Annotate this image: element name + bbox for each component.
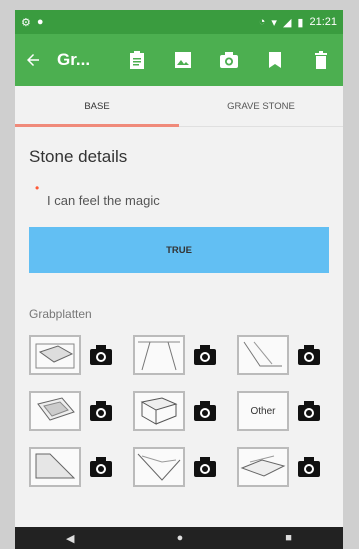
wifi-icon: ▾ — [271, 16, 277, 29]
camera-icon[interactable] — [295, 397, 323, 425]
stone-name-value: I can feel the magic — [47, 193, 160, 208]
back-arrow-icon[interactable] — [23, 50, 43, 70]
camera-icon[interactable] — [191, 341, 219, 369]
camera-icon[interactable] — [295, 453, 323, 481]
image-icon[interactable] — [173, 50, 193, 70]
grabplatte-option — [237, 447, 337, 487]
grabplatte-thumbnail[interactable] — [133, 335, 185, 375]
grabplatte-thumbnail[interactable] — [29, 447, 81, 487]
system-nav-bar: ◀ ● ■ — [15, 527, 343, 549]
battery-icon: ▮ — [297, 16, 304, 29]
grabplatte-thumbnail[interactable] — [237, 335, 289, 375]
grabplatte-option — [237, 335, 337, 375]
camera-icon[interactable] — [191, 453, 219, 481]
camera-icon[interactable] — [87, 341, 115, 369]
camera-icon[interactable] — [295, 341, 323, 369]
grabplatte-thumbnail[interactable] — [29, 391, 81, 431]
grabplatte-option — [29, 391, 129, 431]
grabplatte-thumbnail[interactable] — [29, 335, 81, 375]
grabplatten-grid: Other — [29, 335, 343, 487]
camera-icon[interactable] — [219, 50, 239, 70]
app-bar: Gr... — [15, 34, 343, 86]
signal-icon: ◢ — [282, 16, 292, 29]
location-pin-icon: ● — [36, 16, 44, 28]
nav-back-icon[interactable]: ◀ — [66, 532, 74, 545]
status-time: 21:21 — [309, 16, 337, 28]
grabplatte-thumbnail[interactable] — [133, 391, 185, 431]
app-title: Gr... — [57, 50, 91, 69]
nav-home-icon[interactable]: ● — [177, 532, 184, 544]
grabplatte-option — [133, 335, 233, 375]
status-bar: ⚙ ● ◔ ▾ ◢ ▮ 21:21 — [15, 10, 343, 34]
trash-icon[interactable] — [311, 50, 331, 70]
nav-recents-icon[interactable]: ■ — [285, 532, 292, 544]
grabplatte-thumbnail[interactable] — [237, 447, 289, 487]
grabplatte-thumbnail-other[interactable]: Other — [237, 391, 289, 431]
clipboard-icon[interactable] — [127, 50, 147, 70]
stone-name-field[interactable]: • I can feel the magic — [29, 181, 329, 215]
camera-icon[interactable] — [87, 453, 115, 481]
android-notification-icon: ⚙ — [21, 16, 31, 29]
required-mark: • — [35, 181, 40, 195]
alarm-icon: ◔ — [258, 16, 266, 28]
grabplatte-option — [133, 447, 233, 487]
true-toggle-button[interactable]: TRUE — [29, 227, 329, 273]
phone-screen: ⚙ ● ◔ ▾ ◢ ▮ 21:21 Gr... BASE GRAVE STONE… — [15, 10, 343, 549]
section-title: Stone details — [29, 147, 128, 166]
grabplatte-option — [29, 447, 129, 487]
bookmark-icon[interactable] — [265, 50, 285, 70]
grabplatte-option — [133, 391, 233, 431]
tab-bar: BASE GRAVE STONE — [15, 86, 343, 127]
grabplatten-label: Grabplatten — [29, 307, 92, 321]
camera-icon[interactable] — [191, 397, 219, 425]
grabplatte-option: Other — [237, 391, 337, 431]
tab-grave-stone[interactable]: GRAVE STONE — [179, 86, 343, 126]
grabplatte-option — [29, 335, 129, 375]
tab-base[interactable]: BASE — [15, 86, 179, 127]
grabplatte-thumbnail[interactable] — [133, 447, 185, 487]
camera-icon[interactable] — [87, 397, 115, 425]
